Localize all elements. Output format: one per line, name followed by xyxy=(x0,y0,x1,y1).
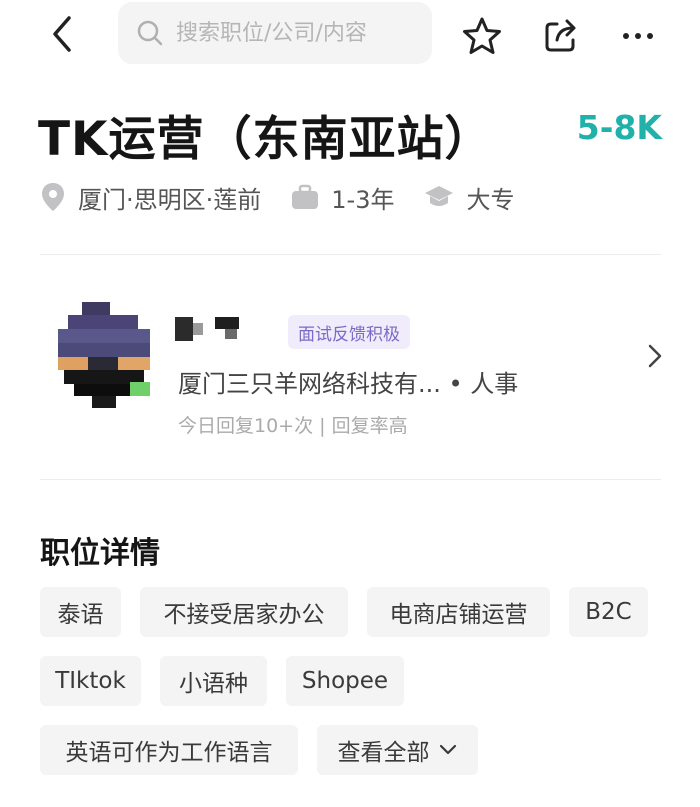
tag: 不接受居家办公 xyxy=(140,587,348,637)
recruiter-avatar xyxy=(58,302,150,408)
tag: Shopee xyxy=(286,656,404,706)
tag: 泰语 xyxy=(40,587,121,637)
back-button[interactable] xyxy=(38,10,86,58)
search-bar[interactable] xyxy=(118,2,432,64)
search-input[interactable] xyxy=(174,19,428,47)
recruiter-card-open[interactable] xyxy=(640,342,668,370)
search-icon xyxy=(137,20,163,46)
tag: TIktok xyxy=(40,656,141,706)
experience-info: 1-3年 xyxy=(291,180,394,215)
chevron-left-icon xyxy=(53,16,71,52)
tag: 小语种 xyxy=(160,656,267,706)
star-icon xyxy=(463,17,501,54)
more-dots-icon xyxy=(623,33,653,39)
education-text: 大专 xyxy=(466,185,515,214)
location-info: 厦门·思明区·莲前 xyxy=(40,180,261,215)
tag: B2C xyxy=(569,587,648,637)
chevron-down-icon xyxy=(439,744,456,755)
section-title-job-details: 职位详情 xyxy=(40,536,160,571)
tag: 电商店铺运营 xyxy=(367,587,550,637)
feedback-badge: 面试反馈积极 xyxy=(288,315,410,349)
graduation-cap-icon xyxy=(425,186,454,206)
job-meta-row: 厦门·思明区·莲前 1-3年 大专 xyxy=(40,177,544,217)
tag: 英语可作为工作语言 xyxy=(40,725,298,775)
chevron-right-icon xyxy=(648,344,662,368)
more-button[interactable] xyxy=(614,12,662,60)
company-and-role: 厦门三只羊网络科技有... • 人事 xyxy=(178,370,519,398)
favorite-button[interactable] xyxy=(458,12,506,60)
job-title: TK运营（东南亚站） xyxy=(38,112,493,167)
reply-stats: 今日回复10+次 | 回复率高 xyxy=(178,415,408,437)
share-icon xyxy=(545,19,576,52)
recruiter-name-redacted xyxy=(175,317,239,341)
experience-text: 1-3年 xyxy=(331,185,395,214)
briefcase-icon xyxy=(292,184,319,209)
location-pin-icon xyxy=(42,183,64,211)
share-button[interactable] xyxy=(537,12,585,60)
view-all-tags-button[interactable]: 查看全部 xyxy=(317,725,478,775)
location-text: 厦门·思明区·莲前 xyxy=(78,185,262,214)
divider xyxy=(40,479,661,480)
divider xyxy=(40,254,661,255)
education-info: 大专 xyxy=(424,180,514,215)
salary-range: 5-8K xyxy=(576,108,662,147)
view-all-label: 查看全部 xyxy=(337,740,430,766)
